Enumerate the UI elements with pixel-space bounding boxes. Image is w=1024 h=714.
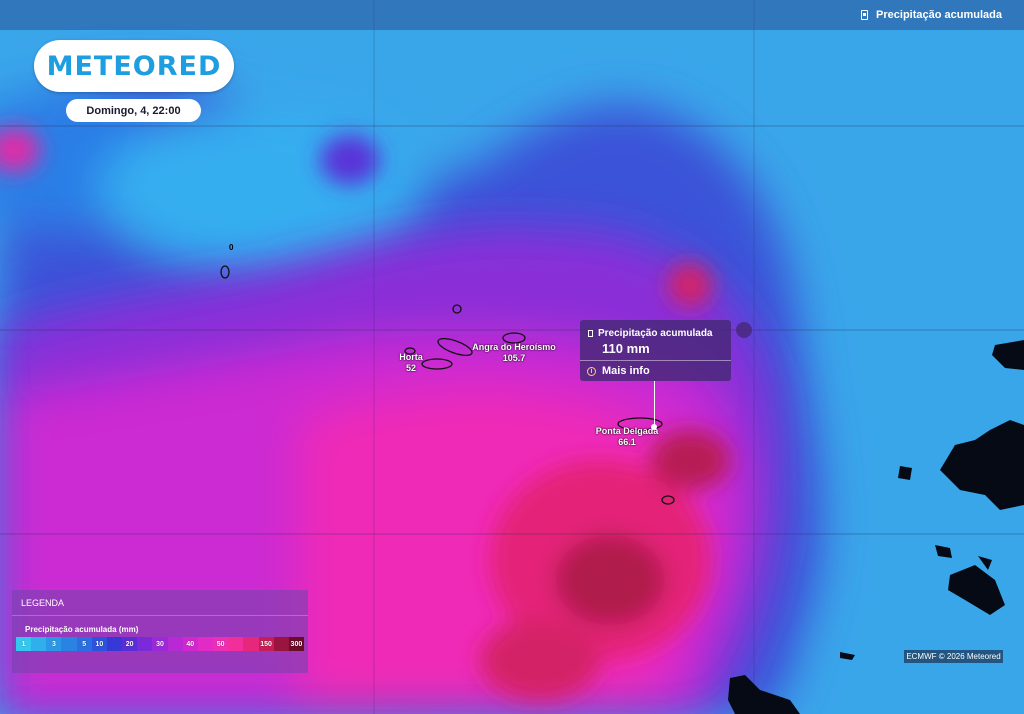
city-label-horta[interactable]: Horta 52 — [399, 352, 423, 374]
info-icon: i — [587, 366, 596, 376]
popup-pointer-line — [654, 381, 655, 427]
legend-step: 300 — [288, 637, 304, 651]
legend-step: 5 — [76, 637, 92, 651]
legend-step: 50 — [213, 637, 229, 651]
popup-divider — [580, 360, 731, 361]
popup-header: Precipitação acumulada — [588, 328, 713, 339]
legend-step: 150 — [258, 637, 274, 651]
popup-close-button[interactable] — [736, 322, 752, 338]
popup-value: 110 mm — [602, 341, 650, 356]
more-info-link[interactable]: i Mais info — [587, 365, 650, 377]
stray-map-label: 0 — [229, 243, 234, 252]
legend-step — [31, 637, 47, 651]
legend-step: 1 — [16, 637, 32, 651]
city-name: Angra do Heroísmo — [472, 342, 556, 352]
city-label-angra[interactable]: Angra do Heroísmo 105.7 — [472, 342, 556, 364]
legend-variable: Precipitação acumulada (mm) — [25, 625, 139, 634]
legend-step: 30 — [152, 637, 168, 651]
city-value: 105.7 — [502, 353, 526, 363]
city-name: Ponta Delgada — [595, 426, 659, 436]
meteored-logo[interactable]: METEORED — [34, 40, 234, 92]
legend-step — [137, 637, 153, 651]
legend-step: 20 — [122, 637, 138, 651]
legend-divider — [12, 615, 308, 616]
legend-step — [106, 637, 123, 651]
rain-gauge-icon — [588, 330, 593, 337]
legend-step: 3 — [46, 637, 62, 651]
more-info-label: Mais info — [602, 365, 650, 377]
city-label-ponta-delgada[interactable]: Ponta Delgada 66.1 — [596, 426, 659, 448]
legend-step — [197, 637, 214, 651]
data-credit: ECMWF © 2026 Meteored — [904, 650, 1003, 663]
city-name: Horta — [399, 352, 423, 362]
logo-text: METEORED — [46, 50, 222, 82]
legend-step — [228, 637, 244, 651]
point-info-popup: Precipitação acumulada 110 mm i Mais inf… — [580, 320, 731, 381]
legend-step — [243, 637, 259, 651]
legend-title: LEGENDA — [21, 598, 65, 608]
city-value: 52 — [405, 363, 417, 373]
legend-step — [167, 637, 183, 651]
legend-step: 10 — [91, 637, 107, 651]
precipitation-map[interactable]: Precipitação acumulada METEORED Domingo,… — [0, 0, 1024, 714]
layer-title[interactable]: Precipitação acumulada — [861, 9, 1002, 21]
rain-gauge-icon — [861, 10, 869, 20]
legend-step — [61, 637, 77, 651]
legend-color-scale: 1 3 5 10 20 30 40 50 150 300 — [16, 637, 304, 651]
legend-step: 40 — [182, 637, 198, 651]
legend-panel[interactable]: LEGENDA Precipitação acumulada (mm) 1351… — [12, 590, 308, 673]
legend-step — [273, 637, 289, 651]
layer-title-label: Precipitação acumulada — [876, 9, 1002, 21]
popup-title: Precipitação acumulada — [598, 328, 713, 339]
city-value: 66.1 — [618, 437, 636, 447]
forecast-time-pill: Domingo, 4, 22:00 — [66, 99, 201, 122]
popup-location-marker — [651, 424, 657, 430]
